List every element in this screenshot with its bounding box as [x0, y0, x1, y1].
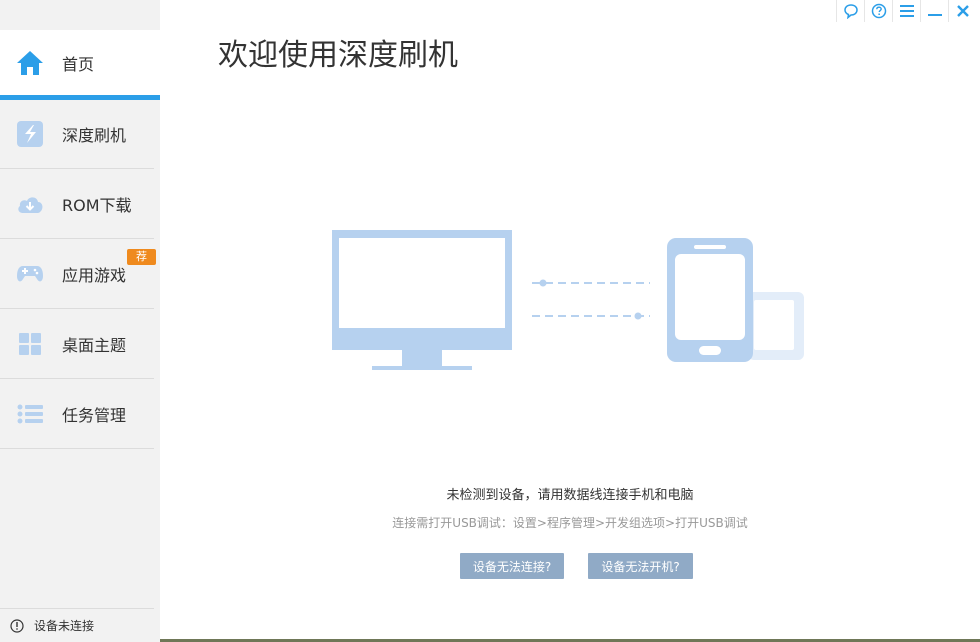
feedback-icon[interactable] — [836, 0, 864, 22]
sidebar-item-themes[interactable]: 桌面主题 — [0, 309, 154, 379]
minimize-icon[interactable] — [920, 0, 948, 22]
device-status-text: 设备未连接 — [34, 619, 95, 633]
usb-debug-hint: 连接需打开USB调试：设置>程序管理>开发组选项>打开USB调试 — [392, 516, 748, 530]
pc-phone-connection-illustration — [332, 230, 804, 370]
device-status: 设备未连接 — [0, 608, 154, 642]
sidebar-item-label: 应用游戏 — [62, 265, 127, 285]
home-icon — [16, 49, 44, 77]
grid-icon — [16, 330, 44, 358]
sidebar-item-label: ROM下载 — [62, 195, 132, 215]
sidebar: 首页 深度刷机 ROM下载 应用游戏 荐 桌面主题 任务管理 设备未连接 — [0, 0, 160, 642]
close-icon[interactable] — [948, 0, 976, 22]
device-not-detected-message: 未检测到设备，请用数据线连接手机和电脑 — [446, 488, 694, 503]
info-icon — [10, 618, 24, 633]
sidebar-item-apps-games[interactable]: 应用游戏 荐 — [0, 239, 156, 309]
sidebar-item-label: 首页 — [62, 54, 95, 74]
cloud-download-icon — [16, 190, 44, 218]
recommend-badge: 荐 — [127, 249, 156, 265]
sidebar-item-tasks[interactable]: 任务管理 — [0, 379, 154, 449]
page-title: 欢迎使用深度刷机 — [218, 38, 458, 73]
sidebar-item-rom-download[interactable]: ROM下载 — [0, 169, 154, 239]
window-controls — [836, 0, 976, 22]
help-icon[interactable] — [864, 0, 892, 22]
flash-icon — [16, 120, 44, 148]
sidebar-item-home[interactable]: 首页 — [0, 30, 160, 100]
sidebar-item-label: 任务管理 — [62, 405, 127, 425]
list-icon — [16, 400, 44, 428]
gamepad-icon — [16, 260, 44, 288]
cannot-boot-button[interactable]: 设备无法开机? — [588, 553, 693, 579]
sidebar-item-flash[interactable]: 深度刷机 — [0, 99, 154, 169]
sidebar-item-label: 桌面主题 — [62, 335, 127, 355]
sidebar-item-label: 深度刷机 — [62, 125, 127, 145]
cannot-connect-button[interactable]: 设备无法连接? — [460, 553, 564, 579]
menu-icon[interactable] — [892, 0, 920, 22]
